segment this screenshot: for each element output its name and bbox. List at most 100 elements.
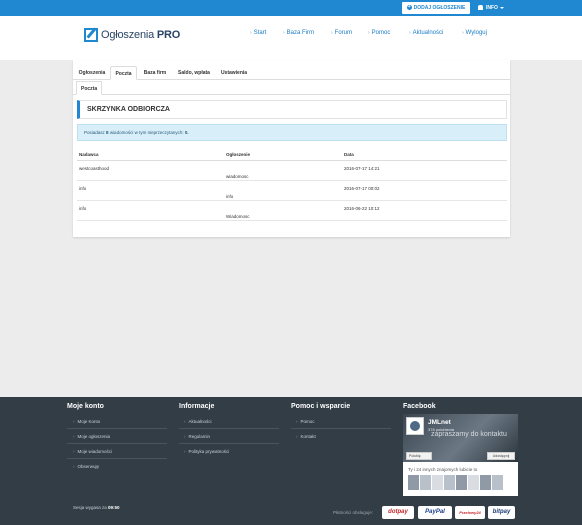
- footer-link-label: Moje wiadomości: [77, 449, 113, 454]
- message-count: 8: [106, 130, 109, 135]
- footer-link-my-ads[interactable]: › Moje ogłoszenia: [73, 434, 110, 439]
- footer-link-my-messages[interactable]: › Moje wiadomości: [73, 449, 112, 454]
- chevron-right-icon: ›: [296, 419, 298, 424]
- row-sender[interactable]: info: [79, 186, 86, 191]
- chevron-right-icon: ›: [368, 30, 370, 36]
- facebook-page-avatar[interactable]: [406, 417, 424, 435]
- footer-link-label: Moje ogłoszenia: [77, 434, 111, 439]
- footer-link-news[interactable]: › Aktualności: [184, 419, 212, 424]
- footer-divider: [67, 443, 167, 444]
- facebook-page-widget[interactable]: JMLnet 378 polubienia zapraszamy do kont…: [403, 414, 518, 496]
- table-row[interactable]: westcoasthood wiadomosc 2016-07-17 14:21: [77, 161, 507, 181]
- chevron-right-icon: ›: [73, 464, 75, 469]
- nav-pomoc[interactable]: › Pomoc: [368, 30, 390, 36]
- chevron-right-icon: ›: [73, 419, 75, 424]
- nav-label: Wyloguj: [465, 30, 487, 36]
- przelewy24-logo: Przelewy24: [455, 506, 485, 519]
- footer-heading-account: Moje konto: [67, 403, 104, 410]
- friend-avatar[interactable]: [456, 475, 467, 490]
- row-ad[interactable]: wiadomosc: [226, 174, 249, 179]
- row-sender[interactable]: info: [79, 206, 86, 211]
- nav-start[interactable]: › Start: [250, 30, 266, 36]
- dotpay-logo: dotpay: [382, 506, 414, 519]
- nav-label: Forum: [334, 30, 353, 36]
- friend-avatar[interactable]: [480, 475, 491, 490]
- nav-forum[interactable]: › Forum: [331, 30, 352, 36]
- top-bar: + DODAJ OGŁOSZENIE INFO: [0, 0, 582, 16]
- session-timer: Sesja wygasa za 09:50: [73, 505, 120, 510]
- tab-poczta[interactable]: Poczta: [110, 66, 137, 80]
- table-row[interactable]: info info 2016-07-17 00:02: [77, 181, 507, 201]
- tab-saldo-wplata[interactable]: Saldo, wpłata: [174, 66, 214, 80]
- logo-suffix: PRO: [156, 29, 181, 41]
- chevron-right-icon: ›: [296, 434, 298, 439]
- mail-subtabs: Poczta: [73, 81, 510, 95]
- footer-heading-facebook: Facebook: [403, 403, 436, 410]
- payments-label: Płatności obsługuje:: [333, 510, 374, 515]
- facebook-like-button[interactable]: Polubię: [406, 452, 432, 460]
- pencil-box-icon: [84, 28, 98, 42]
- column-header-date: Data: [344, 152, 354, 157]
- friend-avatar[interactable]: [420, 475, 431, 490]
- caret-down-icon: [499, 6, 504, 9]
- logo-prefix: Ogłoszenia: [101, 29, 155, 41]
- bitpay-logo: bitpay: [488, 506, 515, 519]
- footer-link-my-account[interactable]: › Moje Konto: [73, 419, 100, 424]
- row-ad[interactable]: info: [226, 194, 233, 199]
- friend-avatar[interactable]: [492, 475, 503, 490]
- tab-ustawienia[interactable]: Ustawienia: [219, 66, 249, 80]
- tab-baza-firm[interactable]: Baza firm: [141, 66, 169, 80]
- row-date: 2016-07-17 00:02: [344, 186, 380, 191]
- facebook-share-button[interactable]: Udostępnij: [487, 452, 515, 460]
- footer-link-terms[interactable]: › Regulamin: [184, 434, 210, 439]
- session-label: Sesja wygasa za: [73, 505, 107, 510]
- add-listing-label: DODAJ OGŁOSZENIE: [413, 5, 466, 11]
- tab-ogloszenia[interactable]: Ogłoszenia: [77, 66, 107, 80]
- nav-aktualnosci[interactable]: › Aktualności: [409, 30, 443, 36]
- row-date: 2016-07-17 14:21: [344, 166, 380, 171]
- plus-icon: +: [406, 4, 412, 11]
- row-ad[interactable]: Wiadomosc: [226, 214, 250, 219]
- add-listing-button[interactable]: + DODAJ OGŁOSZENIE: [402, 2, 470, 14]
- table-row[interactable]: info Wiadomosc 2016-06-22 10:12: [77, 201, 507, 221]
- footer-link-help[interactable]: › Pomoc: [296, 419, 315, 424]
- subtab-poczta[interactable]: Poczta: [76, 81, 103, 95]
- nav-baza-firm[interactable]: › Baza Firm: [283, 30, 314, 36]
- friend-avatar[interactable]: [408, 475, 419, 490]
- user-icon: [478, 5, 483, 11]
- facebook-page-name[interactable]: JMLnet: [428, 419, 451, 426]
- chevron-right-icon: ›: [409, 30, 411, 36]
- footer-heading-help: Pomoc i wsparcie: [291, 403, 351, 410]
- nav-label: Baza Firm: [286, 30, 315, 36]
- site-header: Ogłoszenia PRO › Start › Baza Firm › Forum …: [0, 16, 582, 60]
- facebook-cover-text: zapraszamy do kontaktu: [431, 431, 507, 438]
- paypal-logo: PayPal: [418, 506, 452, 519]
- user-info-menu[interactable]: INFO: [478, 0, 504, 16]
- footer-link-watching[interactable]: › Obserwuję: [73, 464, 99, 469]
- unread-count: 0.: [184, 130, 189, 135]
- inbox-summary-alert: Posiadasz 8 wiadomości w tym nieprzeczyt…: [77, 124, 507, 141]
- friend-avatar[interactable]: [468, 475, 479, 490]
- chevron-right-icon: ›: [184, 449, 186, 454]
- footer-link-label: Kontakt: [300, 434, 316, 439]
- footer-divider: [67, 428, 167, 429]
- footer-divider: [67, 458, 167, 459]
- footer-link-label: Obserwuję: [77, 464, 100, 469]
- facebook-friend-avatars: [408, 475, 503, 490]
- site-logo[interactable]: Ogłoszenia PRO: [84, 26, 180, 44]
- row-sender[interactable]: westcoasthood: [79, 166, 109, 171]
- session-time: 09:50: [108, 505, 120, 510]
- friend-avatar[interactable]: [444, 475, 455, 490]
- logo-text: Ogłoszenia PRO: [101, 29, 180, 41]
- footer-link-privacy[interactable]: › Polityka prywatności: [184, 449, 229, 454]
- footer-divider: [179, 443, 279, 444]
- friend-avatar[interactable]: [432, 475, 443, 490]
- nav-wyloguj[interactable]: › Wyloguj: [462, 30, 487, 36]
- nav-label: Start: [253, 30, 267, 36]
- footer-divider: [179, 428, 279, 429]
- column-header-ad: Ogłoszenie: [226, 152, 251, 157]
- main-panel: Ogłoszenia Poczta Baza firm Saldo, wpłat…: [73, 60, 510, 237]
- user-info-label: INFO: [486, 5, 498, 11]
- footer-link-contact[interactable]: › Kontakt: [296, 434, 316, 439]
- facebook-friends-text: Ty i 24 innych znajomych lubicie to: [408, 467, 478, 472]
